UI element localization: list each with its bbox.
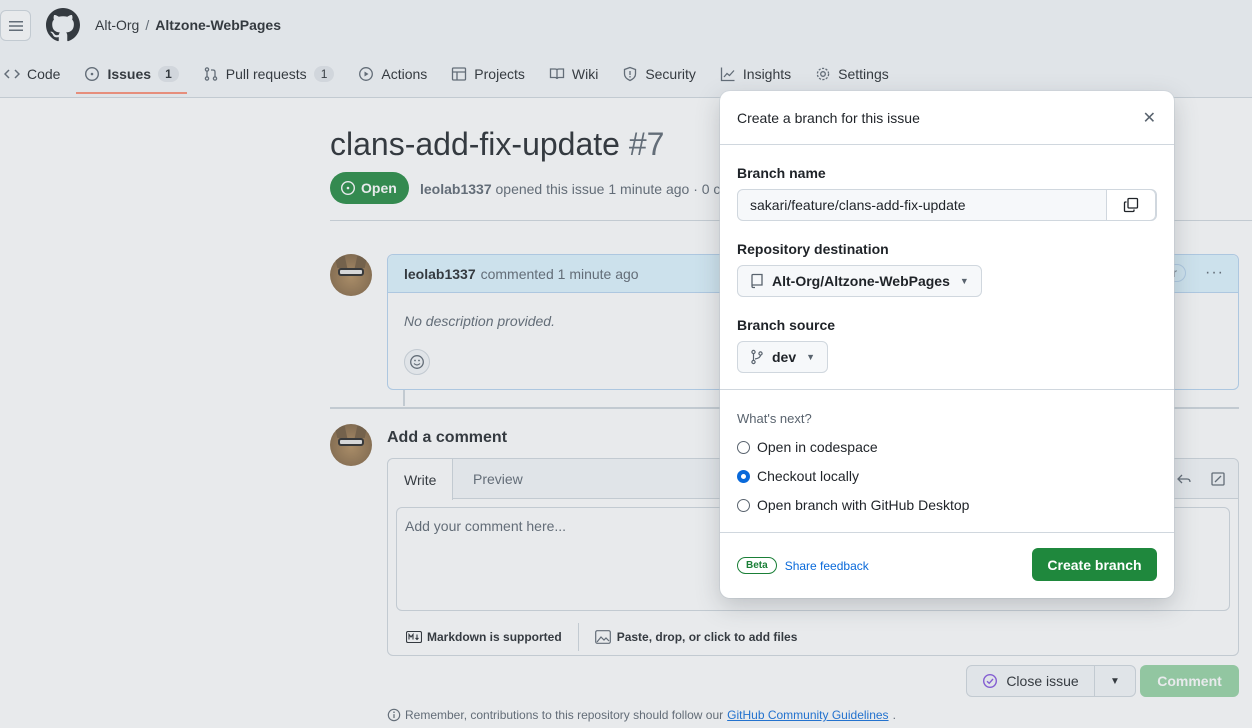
close-icon[interactable]: ✕ [1143, 108, 1156, 128]
option-checkout-locally[interactable]: Checkout locally [737, 468, 859, 484]
repo-destination-select[interactable]: Alt-Org/Altzone-WebPages ▼ [737, 265, 982, 297]
branch-name-value: sakari/feature/clans-add-fix-update [750, 197, 966, 213]
option-codespace[interactable]: Open in codespace [737, 439, 878, 455]
dialog-header: Create a branch for this issue ✕ [720, 91, 1174, 145]
option-checkout-locally-label: Checkout locally [757, 468, 859, 484]
radio-button[interactable] [737, 440, 750, 454]
radio-button-selected[interactable] [737, 469, 750, 483]
dialog-divider [720, 389, 1174, 390]
option-github-desktop-label: Open branch with GitHub Desktop [757, 497, 970, 513]
branch-name-input[interactable]: sakari/feature/clans-add-fix-update [737, 189, 1157, 221]
copy-button[interactable] [1106, 189, 1156, 221]
branch-source-value: dev [772, 349, 797, 365]
whats-next-heading: What's next? [737, 411, 812, 426]
create-branch-dialog: Create a branch for this issue ✕ Branch … [720, 91, 1174, 598]
repo-destination-value: Alt-Org/Altzone-WebPages [772, 273, 950, 289]
repo-icon [751, 273, 763, 289]
dialog-footer: Beta Share feedback Create branch [720, 533, 1174, 598]
radio-button[interactable] [737, 498, 750, 512]
dialog-title: Create a branch for this issue [737, 109, 920, 126]
caret-down-icon: ▼ [806, 352, 816, 362]
caret-down-icon: ▼ [959, 276, 969, 286]
beta-badge: Beta [737, 557, 777, 574]
branch-source-select[interactable]: dev ▼ [737, 341, 829, 373]
branch-source-label: Branch source [737, 317, 836, 333]
share-feedback-link[interactable]: Share feedback [785, 559, 869, 573]
option-codespace-label: Open in codespace [757, 439, 878, 455]
branch-name-label: Branch name [737, 165, 826, 181]
repo-destination-label: Repository destination [737, 241, 889, 257]
create-branch-button[interactable]: Create branch [1032, 548, 1157, 581]
option-github-desktop[interactable]: Open branch with GitHub Desktop [737, 497, 969, 513]
copy-icon [1123, 197, 1139, 213]
git-branch-icon [751, 349, 763, 365]
